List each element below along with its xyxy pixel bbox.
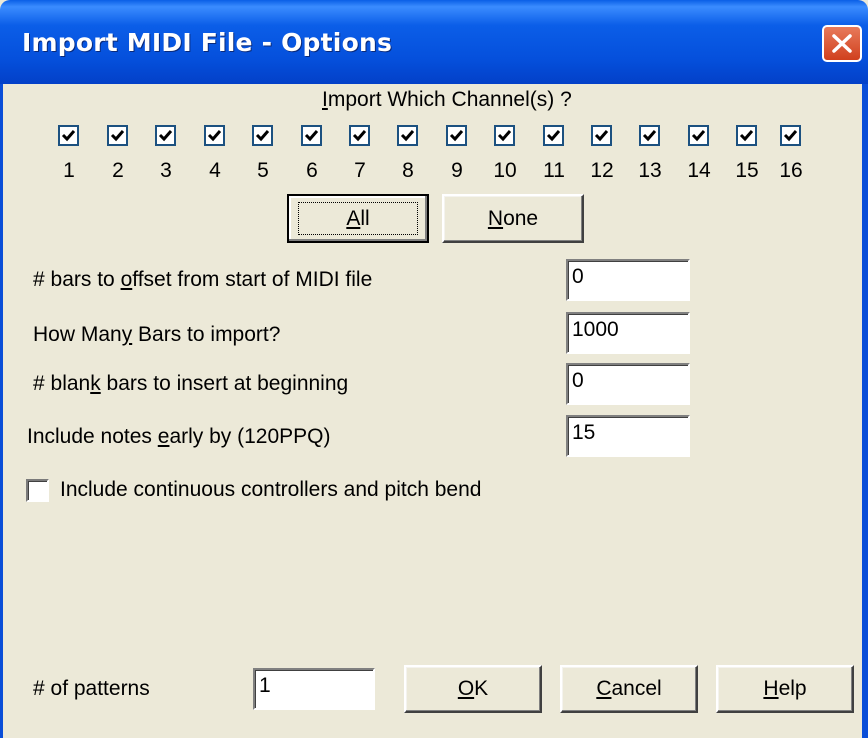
checkmark-icon <box>739 130 754 142</box>
title-bar: Import MIDI File - Options <box>0 0 868 84</box>
checkmark-icon <box>158 130 173 142</box>
early-notes-field[interactable]: 15 <box>566 415 690 457</box>
channel-checkbox-8[interactable] <box>397 125 418 146</box>
channel-number: 13 <box>638 159 662 182</box>
channel-checkbox-4[interactable] <box>204 125 225 146</box>
controllers-label: Include continuous controllers and pitch… <box>60 478 482 501</box>
close-button[interactable] <box>822 25 862 62</box>
focus-ring <box>298 202 418 235</box>
channel-checkbox-16[interactable] <box>780 125 801 146</box>
channel-checkbox-13[interactable] <box>639 125 660 146</box>
checkmark-icon <box>546 130 561 142</box>
channels-heading: Import Which Channel(s) ? <box>322 88 572 111</box>
checkmark-icon <box>110 130 125 142</box>
checkmark-icon <box>400 130 415 142</box>
blank-bars-field[interactable]: 0 <box>566 363 690 405</box>
channel-number: 5 <box>257 159 269 182</box>
channel-number: 15 <box>735 159 759 182</box>
channel-checkbox-7[interactable] <box>349 125 370 146</box>
channel-number: 8 <box>402 159 414 182</box>
checkmark-icon <box>255 130 270 142</box>
checkmark-icon <box>61 130 76 142</box>
channel-checkbox-15[interactable] <box>736 125 757 146</box>
channel-number: 10 <box>493 159 517 182</box>
all-button[interactable]: All <box>287 194 429 243</box>
ok-button[interactable]: OK <box>404 665 542 713</box>
channel-checkbox-12[interactable] <box>591 125 612 146</box>
channel-checkbox-5[interactable] <box>252 125 273 146</box>
channel-checkbox-1[interactable] <box>58 125 79 146</box>
checkmark-icon <box>449 130 464 142</box>
offset-field[interactable]: 0 <box>566 259 690 301</box>
checkmark-icon <box>642 130 657 142</box>
channel-checkbox-3[interactable] <box>155 125 176 146</box>
channel-number: 6 <box>306 159 318 182</box>
channel-checkbox-2[interactable] <box>107 125 128 146</box>
channel-checkbox-6[interactable] <box>301 125 322 146</box>
patterns-label: # of patterns <box>33 677 150 700</box>
channel-checkbox-9[interactable] <box>446 125 467 146</box>
channel-checkbox-10[interactable] <box>494 125 515 146</box>
checkmark-icon <box>594 130 609 142</box>
channel-checkbox-14[interactable] <box>688 125 709 146</box>
bar-count-field[interactable]: 1000 <box>566 312 690 354</box>
channel-number: 2 <box>112 159 124 182</box>
none-button[interactable]: None <box>442 194 584 243</box>
channel-number: 4 <box>209 159 221 182</box>
channel-number: 16 <box>779 159 803 182</box>
checkmark-icon <box>497 130 512 142</box>
channel-number: 7 <box>354 159 366 182</box>
checkmark-icon <box>352 130 367 142</box>
checkmark-icon <box>691 130 706 142</box>
blank-bars-label: # blank bars to insert at beginning <box>33 372 349 395</box>
channel-number: 11 <box>543 159 565 182</box>
window-frame-right <box>862 84 868 738</box>
channel-number: 1 <box>63 159 75 182</box>
checkmark-icon <box>304 130 319 142</box>
checkmark-icon <box>783 130 798 142</box>
channel-number: 9 <box>451 159 463 182</box>
offset-label: # bars to offset from start of MIDI file <box>33 268 373 291</box>
patterns-field[interactable]: 1 <box>253 668 375 710</box>
window-frame-left <box>0 84 3 738</box>
channel-number: 12 <box>590 159 614 182</box>
bar-count-label: How Many Bars to import? <box>33 323 281 346</box>
channel-number: 3 <box>160 159 172 182</box>
import-midi-options-dialog: Import MIDI File - Options Import Which … <box>0 0 868 738</box>
channel-number: 14 <box>687 159 711 182</box>
early-notes-label: Include notes early by (120PPQ) <box>27 425 331 448</box>
window-title: Import MIDI File - Options <box>22 28 393 57</box>
controllers-checkbox[interactable] <box>26 479 49 502</box>
channel-checkbox-11[interactable] <box>543 125 564 146</box>
help-button[interactable]: Help <box>716 665 854 713</box>
checkmark-icon <box>207 130 222 142</box>
cancel-button[interactable]: Cancel <box>560 665 698 713</box>
